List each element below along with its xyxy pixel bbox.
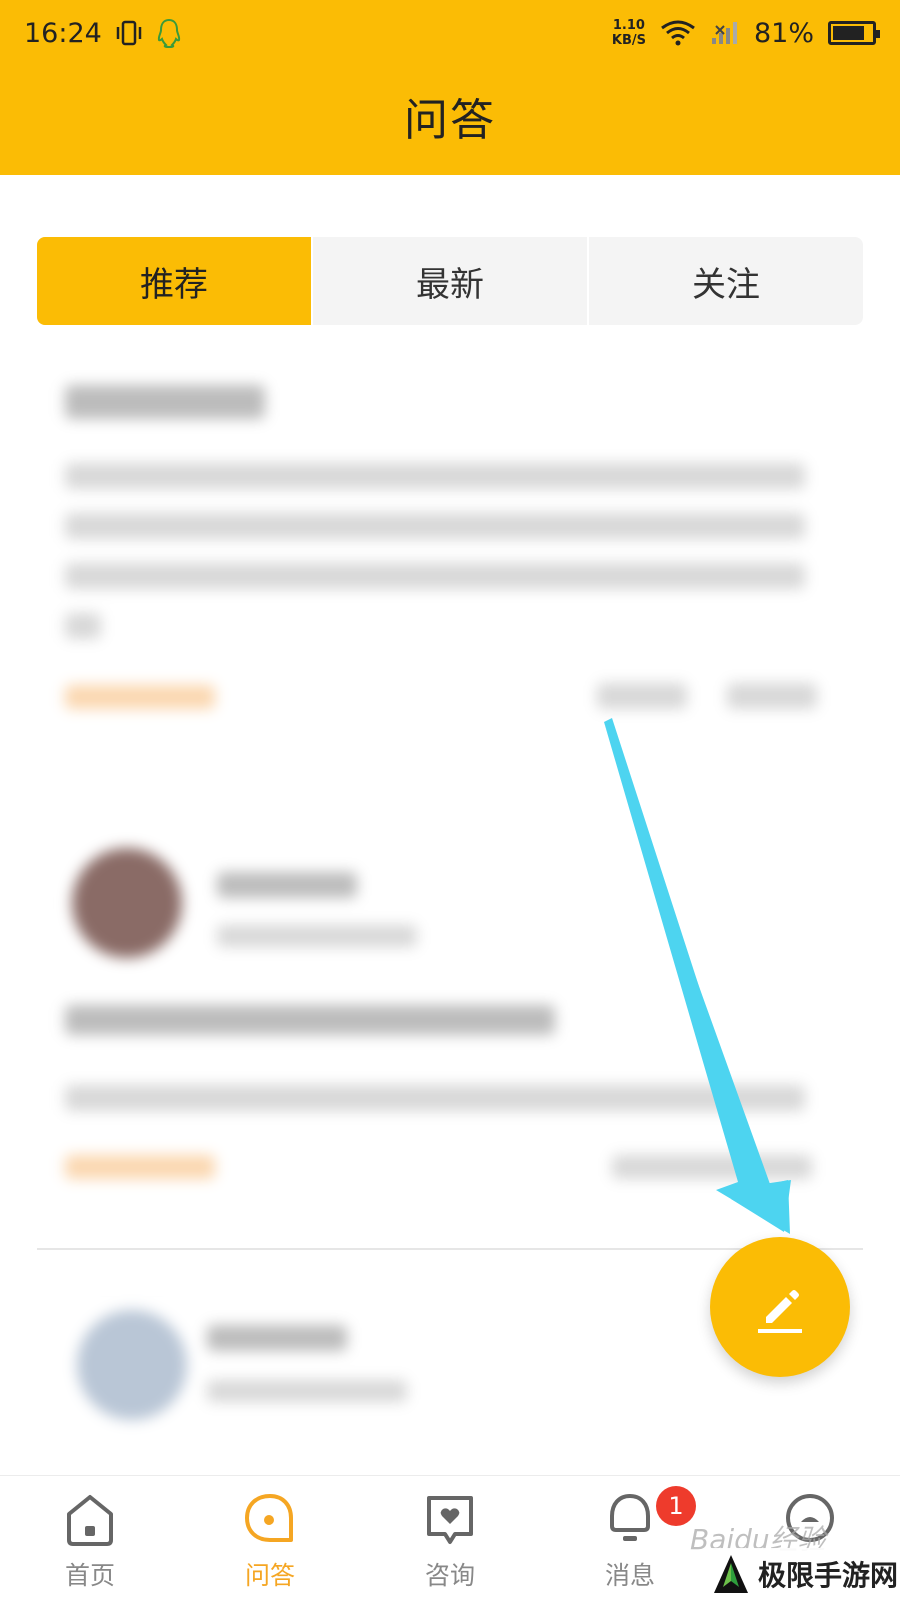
nav-label-qa: 问答 (244, 1561, 295, 1590)
tab-following[interactable]: 关注 (589, 237, 863, 325)
nav-label-messages: 消息 (604, 1561, 655, 1590)
status-time: 16:24 (24, 17, 102, 49)
bell-icon (610, 1493, 650, 1541)
app-header: 16:24 1.10 KB/S 81% 问答 (0, 0, 900, 175)
tab-bar: 推荐 最新 关注 (37, 237, 863, 325)
answer-card[interactable] (37, 810, 863, 1230)
nav-item-home[interactable]: 首页 (0, 1476, 180, 1600)
vibrate-icon (116, 20, 142, 46)
net-speed: 1.10 KB/S (611, 18, 646, 48)
question-card[interactable] (37, 345, 863, 775)
nav-item-consult[interactable]: 咨询 (360, 1476, 540, 1600)
site-watermark-text: 极限手游网 (758, 1559, 899, 1592)
site-watermark: 极限手游网 (708, 1548, 900, 1600)
qa-icon (245, 1494, 293, 1542)
status-bar: 16:24 1.10 KB/S 81% (0, 0, 900, 66)
home-icon (67, 1495, 113, 1546)
pencil-icon (758, 1290, 802, 1333)
battery-percent: 81% (753, 17, 814, 49)
nav-label-consult: 咨询 (424, 1561, 475, 1590)
page-title: 问答 (404, 95, 496, 146)
wifi-icon (661, 20, 695, 46)
tab-latest[interactable]: 最新 (313, 237, 589, 325)
qq-icon (157, 18, 181, 48)
nav-item-qa[interactable]: 问答 (180, 1476, 360, 1600)
compose-question-button[interactable] (710, 1237, 850, 1377)
tab-recommended[interactable]: 推荐 (37, 237, 313, 325)
battery-icon (828, 21, 880, 45)
signal-icon (711, 22, 737, 44)
site-logo-icon (714, 1555, 748, 1593)
consult-icon (427, 1496, 473, 1544)
nav-label-home: 首页 (64, 1561, 115, 1590)
